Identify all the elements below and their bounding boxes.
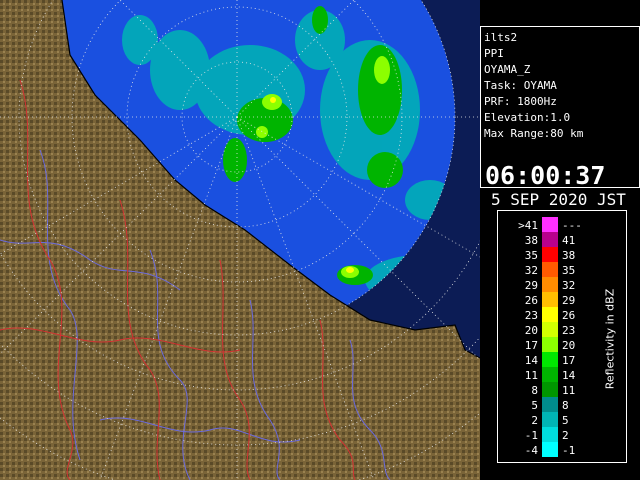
legend-high-label: 5 [562,414,569,427]
legend-high-label: -1 [562,444,575,457]
max-range: Max Range:80 km [484,127,584,140]
legend-high-label: 11 [562,384,575,397]
legend-low-label: 2 [531,414,538,427]
legend-high-label: 35 [562,264,575,277]
legend-low-label: 5 [531,399,538,412]
legend-low-label: 38 [525,234,538,247]
legend-low-label: 11 [525,369,538,382]
legend-high-label: 26 [562,309,575,322]
product-type: PPI [484,47,504,60]
legend-high-label: 29 [562,294,575,307]
legend-high-label: 2 [562,429,569,442]
legend-swatch [542,427,558,442]
task: Task: OYAMA [484,79,557,92]
site-id: ilts2 [484,31,518,44]
legend-swatch [542,277,558,292]
legend-swatch [542,262,558,277]
legend-swatch [542,412,558,427]
legend-low-label: 29 [525,279,538,292]
legend-high-label: 38 [562,249,575,262]
legend-low-label: -4 [525,444,539,457]
legend-high-label: --- [562,219,582,232]
legend-low-label: 32 [525,264,538,277]
legend-high-label: 17 [562,354,575,367]
legend-swatch [542,217,558,232]
reflectivity-legend: >41 --- 38 41 35 38 32 35 29 32 26 29 23 26 20 23 17 20 14… [497,210,627,463]
radar-map-canvas [0,0,480,480]
legend-swatch [542,232,558,247]
legend-swatch [542,397,558,412]
legend-swatch [542,307,558,322]
legend-swatch [542,382,558,397]
legend-swatch [542,322,558,337]
radar-info-panel: ilts2 PPI OYAMA_Z Task: OYAMA PRF: 1800H… [480,26,640,209]
radar-map[interactable] [0,0,480,480]
legend-low-label: >41 [518,219,538,232]
legend-high-label: 8 [562,399,569,412]
legend-high-label: 23 [562,324,575,337]
legend-title-wrap: Reflectivity in dBZ [600,229,620,449]
legend-low-label: 17 [525,339,538,352]
legend-swatch [542,337,558,352]
legend-high-label: 41 [562,234,575,247]
elevation: Elevation:1.0 [484,111,571,124]
legend-title: Reflectivity in dBZ [603,288,617,390]
legend-low-label: 23 [525,309,538,322]
legend-swatch [542,442,558,457]
legend-low-label: 26 [525,294,538,307]
legend-swatch [542,352,558,367]
legend-low-label: 8 [531,384,538,397]
legend-low-label: 14 [525,354,539,367]
legend-swatch [542,367,558,382]
scan-time: 06:00:37 [485,161,606,190]
scan-date: 5 SEP 2020 JST [491,190,626,209]
prf: PRF: 1800Hz [484,95,557,108]
legend-high-label: 32 [562,279,575,292]
legend-swatch [542,292,558,307]
legend-high-label: 20 [562,339,575,352]
legend-low-label: 20 [525,324,538,337]
legend-swatch [542,247,558,262]
parameter: OYAMA_Z [484,63,531,76]
legend-low-label: 35 [525,249,538,262]
legend-low-label: -1 [525,429,538,442]
legend-high-label: 14 [562,369,576,382]
